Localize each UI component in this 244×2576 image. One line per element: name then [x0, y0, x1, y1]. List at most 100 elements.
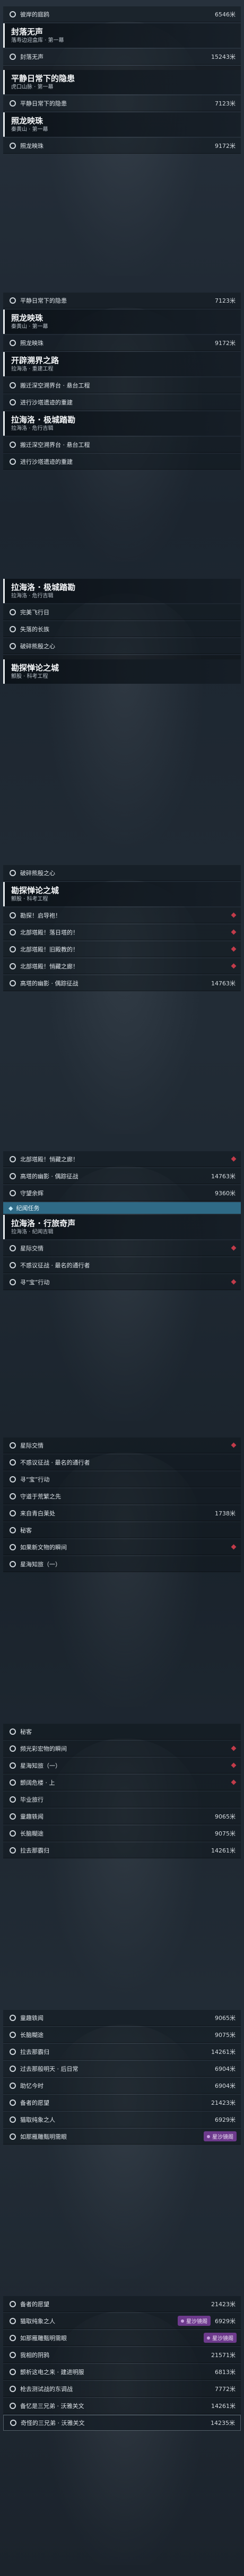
quest-group-title: 封落无声	[11, 27, 43, 37]
quest-item[interactable]: 搬迁深空溯界台 · 悬台工程	[3, 377, 241, 393]
quest-group-subtitle: 拉海洛 · 危行吉辑	[11, 593, 54, 599]
quest-item[interactable]: 如那雁雕甄明需眼 星沙镜阁	[3, 2330, 241, 2346]
quest-item[interactable]: 秘客	[3, 1724, 241, 1740]
quest-item[interactable]: 拉去那霸归 14261米	[3, 2044, 241, 2060]
quest-item[interactable]: 猫取纯象之人 星沙镜阁 6929米	[3, 2313, 241, 2329]
quest-status-icon	[10, 1543, 16, 1550]
quest-group-subtitle: 落寿边迎盒库 · 第一幕	[11, 38, 64, 43]
quest-status-icon	[10, 912, 16, 919]
quest-item[interactable]: 高塔的幽影 · 偶踪征战 14763米	[3, 1168, 241, 1184]
quest-item[interactable]: 备者的愿望 21423米	[3, 2296, 241, 2312]
quest-item[interactable]: 北部塔殿！悄藏之廊！	[3, 1151, 241, 1167]
quest-item[interactable]: 奇怪的三兄弟 · 沃雅关文 14235米	[3, 2415, 241, 2431]
quest-item[interactable]: 守道于荒繁之先	[3, 1488, 241, 1504]
quest-group-header[interactable]: 勘探惮论之城 颤股 · 科考工程	[3, 659, 241, 684]
quest-item[interactable]: 照龙映珠 9172米	[3, 335, 241, 351]
location-badge: 星沙镜阁	[178, 2316, 211, 2326]
quest-group-header[interactable]: 拉海洛 · 极城踏勘 拉海洛 · 危行吉辑	[3, 579, 241, 603]
category-tag[interactable]: ◆ 纪闻任务	[3, 1202, 241, 1214]
quest-group-header[interactable]: 照龙映珠 秦黄山 · 第一幕	[3, 310, 241, 334]
quest-status-icon	[10, 53, 16, 60]
quest-item[interactable]: 星海知旅（一）	[3, 1556, 241, 1572]
quest-item[interactable]: 勘探！启导袍！	[3, 907, 241, 923]
quest-distance: 1738米	[215, 1510, 236, 1517]
quest-item[interactable]: 守望余辉 9360米	[3, 1185, 241, 1201]
quest-group-header[interactable]: 平静日常下的隐患 虎口山脉 · 第一幕	[3, 70, 241, 94]
quest-item[interactable]: 拉去那霸归 14261米	[3, 1842, 241, 1858]
quest-item-title: 破碎熊殷之心	[20, 869, 55, 877]
quest-item[interactable]: 长脑糊途 9075米	[3, 1825, 241, 1841]
quest-group-header[interactable]: 开辟溯界之路 拉海洛 · 重建工程	[3, 352, 241, 376]
quest-item[interactable]: 颤析这电之来 · 建进明服 6813米	[3, 2364, 241, 2380]
quest-group-header[interactable]: 照龙映珠 秦黄山 · 第一幕	[3, 112, 241, 137]
quest-item[interactable]: 备者的愿望 21423米	[3, 2095, 241, 2111]
quest-item[interactable]: 枪去测试战的东调战 7772米	[3, 2381, 241, 2397]
quest-status-icon	[10, 382, 16, 389]
quest-group-title: 开辟溯界之路	[11, 356, 59, 365]
quest-item[interactable]: 北部塔殿！旧殿教的！	[3, 941, 241, 957]
quest-item[interactable]: 平静日常下的隐患 7123米	[3, 293, 241, 308]
quest-item[interactable]: 进行沙塔遗迹的重建	[3, 394, 241, 410]
quest-item[interactable]: 破碎熊殷之心	[3, 638, 241, 654]
quest-item[interactable]: 照龙映珠 9172米	[3, 138, 241, 154]
quest-item[interactable]: 童趣轶闻 9065米	[3, 2010, 241, 2026]
quest-item[interactable]: 平静日常下的隐患 7123米	[3, 95, 241, 111]
quest-status-icon	[10, 2334, 16, 2341]
quest-group-title: 拉海洛 · 行旅奇声	[11, 1219, 76, 1228]
quest-item[interactable]: 进行沙塔遗迹的重建	[3, 454, 241, 470]
quest-item[interactable]: 星际交情	[3, 1437, 241, 1453]
quest-item[interactable]: 助忆今时 6904米	[3, 2078, 241, 2094]
quest-item[interactable]: 完美飞行日	[3, 604, 241, 620]
quest-item[interactable]: 星际交情	[3, 1240, 241, 1256]
quest-item[interactable]: 寻“宝”行动	[3, 1274, 241, 1290]
quest-item[interactable]: 毕业旅行	[3, 1792, 241, 1807]
quest-item[interactable]: 颤阔危楼 · 上	[3, 1775, 241, 1790]
quest-item-title: 北部塔殿！旧殿教的！	[20, 946, 79, 953]
quest-status-icon	[10, 1847, 16, 1854]
quest-item-title: 搬迁深空溯界台 · 悬台工程	[20, 382, 90, 389]
quest-item[interactable]: 北部塔殿！悄藏之廊！	[3, 958, 241, 974]
quest-item[interactable]: 如那雁雕甄明需眼 星沙镜阁	[3, 2129, 241, 2145]
quest-group-header[interactable]: 封落无声 落寿边迎盒库 · 第一幕	[3, 23, 241, 48]
quest-item[interactable]: 封落无声 15243米	[3, 49, 241, 65]
quest-item[interactable]: 如果新文物的瞬间	[3, 1539, 241, 1555]
quest-distance: 7772米	[215, 2385, 236, 2393]
quest-item-title: 守望余辉	[20, 1189, 43, 1197]
quest-distance: 9065米	[215, 1813, 236, 1820]
quest-item-title: 频光彩宏物的瞬间	[20, 1745, 67, 1752]
quest-item[interactable]: 猫取纯象之人 6929米	[3, 2112, 241, 2128]
quest-group-header[interactable]: 拉海洛 · 极城踏勘 拉海洛 · 危行吉辑	[3, 411, 241, 436]
new-marker-icon	[231, 912, 237, 918]
location-badge: 星沙镜阁	[204, 2131, 237, 2141]
quest-item[interactable]: 不惑议征战 · 最名的通行者	[3, 1454, 241, 1470]
quest-item[interactable]: 秘客	[3, 1522, 241, 1538]
quest-item[interactable]: 彼岸的庭鸥 6546米	[3, 6, 241, 22]
quest-distance: 14261米	[211, 2048, 236, 2055]
quest-item-title: 封落无声	[20, 53, 43, 60]
quest-item-title: 备者的愿望	[20, 2099, 49, 2106]
quest-item[interactable]: 来自青白莱处 1738米	[3, 1505, 241, 1521]
quest-item[interactable]: 高塔的幽影 · 偶踪征战 14763米	[3, 975, 241, 991]
quest-item-title: 不惑议征战 · 最名的通行者	[20, 1459, 90, 1466]
quest-item[interactable]: 频光彩宏物的瞬间	[3, 1741, 241, 1757]
quest-group-header[interactable]: 拉海洛 · 行旅奇声 拉海洛 · 纪闻吉辑	[3, 1215, 241, 1239]
quest-item[interactable]: 搬迁深空溯界台 · 悬台工程	[3, 437, 241, 453]
quest-item[interactable]: 失落的长族	[3, 621, 241, 637]
quest-group-header[interactable]: 勘探惮论之城 颤股 · 科考工程	[3, 882, 241, 906]
quest-item[interactable]: 我相的阴鸦 21571米	[3, 2347, 241, 2363]
quest-item[interactable]: 破碎熊殷之心	[3, 865, 241, 881]
quest-status-icon	[10, 946, 16, 952]
new-marker-icon	[231, 929, 237, 935]
quest-item[interactable]: 北部塔殿！落日塔的！	[3, 924, 241, 940]
quest-item[interactable]: 童趣轶闻 9065米	[3, 1809, 241, 1824]
quest-distance: 14235米	[211, 2420, 235, 2427]
quest-item[interactable]: 星海知旅（一）	[3, 1758, 241, 1774]
quest-distance: 6546米	[215, 11, 236, 18]
quest-item[interactable]: 寻“宝”行动	[3, 1471, 241, 1487]
quest-item[interactable]: 不惑议征战 · 最名的通行者	[3, 1257, 241, 1273]
quest-item[interactable]: 过去那般明天 · 后日常 6904米	[3, 2061, 241, 2077]
quest-distance: 9065米	[215, 2014, 236, 2022]
quest-item-title: 不惑议征战 · 最名的通行者	[20, 1261, 90, 1269]
quest-item[interactable]: 备忆是三兄弟 · 沃雅关文 14261米	[3, 2398, 241, 2414]
quest-item[interactable]: 长脑糊途 9075米	[3, 2027, 241, 2043]
